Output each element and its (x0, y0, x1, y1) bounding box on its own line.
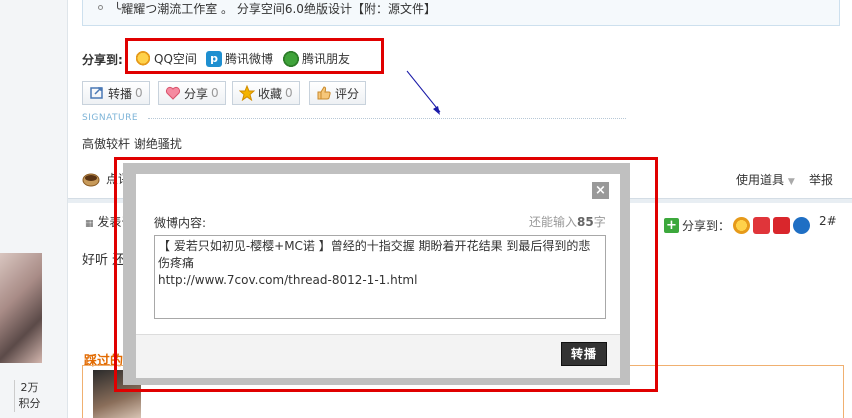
plus-icon[interactable]: + (664, 218, 679, 233)
repost-button[interactable]: 转播 0 (82, 81, 150, 105)
stat-label: 积分 (18, 397, 41, 410)
post-share-bar: + 分享到： (664, 217, 811, 234)
heart-icon (165, 86, 181, 100)
share-count: 0 (211, 86, 219, 100)
chevron-down-icon: ▼ (787, 177, 795, 187)
favorite-label: 收藏 (258, 86, 283, 101)
repost-icon (90, 87, 103, 99)
quote-text: ╰耀耀つ潮流工作室 。 分享空间6.0绝版设计【附：源文件】 (114, 2, 436, 16)
repost-count: 0 (135, 86, 143, 100)
star-icon (239, 85, 255, 101)
signature-text: 高傲较杆 谢绝骚扰 (82, 137, 182, 151)
signature-divider (148, 118, 626, 119)
grid-icon: ▦ (85, 219, 94, 229)
annotation-box-share (125, 38, 384, 74)
coffee-icon (82, 173, 100, 186)
repost-label: 转播 (108, 86, 133, 101)
rate-label: 评分 (335, 86, 360, 101)
qzone-icon[interactable] (733, 217, 751, 234)
post-share-label: 分享到： (682, 219, 731, 233)
share-label: 分享到: (82, 53, 123, 67)
signature-label: SIGNATURE (82, 113, 139, 123)
stat-value: 2万 (20, 381, 39, 394)
tools-label: 使用道具 (736, 173, 785, 187)
share-button-label: 分享 (184, 86, 209, 101)
kaixin-icon[interactable] (793, 217, 811, 234)
sina-weibo-icon[interactable] (753, 217, 771, 234)
share-button[interactable]: 分享 0 (158, 81, 226, 105)
rate-button[interactable]: 评分 (309, 81, 367, 105)
annotation-arrow (406, 70, 441, 115)
renren-icon[interactable] (773, 217, 791, 234)
author-avatar[interactable] (0, 253, 42, 363)
annotation-box-dialog (114, 157, 658, 392)
author-stat: 2万 积分 (14, 380, 44, 412)
favorite-count: 0 (285, 86, 293, 100)
report-link[interactable]: 举报 (809, 171, 833, 188)
bullet-icon (98, 5, 103, 10)
tools-menu[interactable]: 使用道具 ▼ (736, 171, 795, 188)
floor-number: 2# (819, 214, 837, 228)
thumb-icon (317, 86, 331, 100)
favorite-button[interactable]: 收藏 0 (232, 81, 300, 105)
